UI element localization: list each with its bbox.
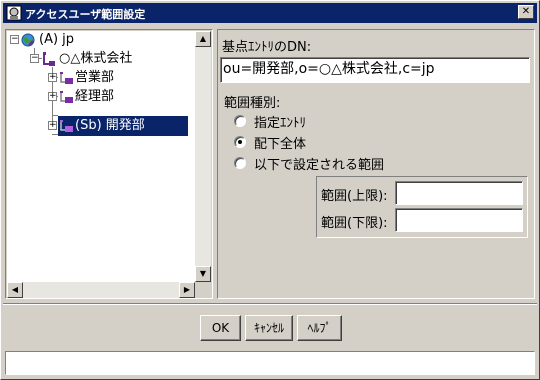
radio-selected-dot xyxy=(238,140,242,144)
title-bar[interactable]: アクセスユーザ範囲設定 ✕ xyxy=(3,3,537,23)
radio-specified-entry[interactable] xyxy=(234,115,246,127)
base-entry-dn-field[interactable]: ou=開発部,o=○△株式会社,c=jp xyxy=(220,57,530,83)
separator xyxy=(3,303,537,305)
tree-node-sales[interactable]: + 営業部 xyxy=(7,69,195,87)
radio-label: 指定ｴﾝﾄﾘ xyxy=(254,116,307,131)
arrow-right-icon: ▶ xyxy=(183,285,191,294)
lower-limit-field[interactable] xyxy=(395,208,523,232)
arrow-down-icon: ▼ xyxy=(199,269,207,278)
vertical-scrollbar[interactable]: ▲ ▼ xyxy=(195,31,211,282)
app-icon xyxy=(6,5,22,21)
arrow-left-icon: ◀ xyxy=(11,285,19,294)
window-title: アクセスユーザ範囲設定 xyxy=(25,8,146,21)
scroll-left-button[interactable]: ◀ xyxy=(7,282,23,298)
scroll-down-button[interactable]: ▼ xyxy=(195,266,211,282)
close-button[interactable]: ✕ xyxy=(518,5,534,19)
close-icon: ✕ xyxy=(521,6,531,17)
cancel-button[interactable]: ｷｬﾝｾﾙ xyxy=(245,315,293,341)
tree-node-label: 営業部 xyxy=(75,70,115,85)
range-group: 範囲(上限): 範囲(下限): xyxy=(316,176,528,238)
base-entry-label: 基点ｴﾝﾄﾘのDN: xyxy=(222,40,312,55)
dialog-window: アクセスユーザ範囲設定 ✕ − (A) jp − ○△株式会社 + 営業部 + … xyxy=(0,0,540,380)
radio-custom-range[interactable] xyxy=(234,157,246,169)
collapse-toggle[interactable]: − xyxy=(10,35,19,44)
radio-label: 配下全体 xyxy=(254,137,307,152)
directory-tree[interactable]: − (A) jp − ○△株式会社 + 営業部 + 経理部 + (Sb) 開発部 xyxy=(7,31,195,282)
upper-limit-label: 範囲(上限): xyxy=(321,189,388,204)
status-bar xyxy=(5,351,535,375)
expand-toggle[interactable]: + xyxy=(48,73,57,82)
radio-label: 以下で設定される範囲 xyxy=(254,158,385,173)
tree-node-development[interactable]: + (Sb) 開発部 xyxy=(7,116,195,136)
radio-all-subordinates[interactable] xyxy=(234,136,246,148)
lower-limit-label: 範囲(下限): xyxy=(321,216,388,231)
settings-panel: 基点ｴﾝﾄﾘのDN: ou=開発部,o=○△株式会社,c=jp 範囲種別: 指定… xyxy=(217,29,535,299)
tree-panel: − (A) jp − ○△株式会社 + 営業部 + 経理部 + (Sb) 開発部… xyxy=(5,29,213,299)
expand-toggle[interactable]: + xyxy=(48,121,57,130)
tree-node-root[interactable]: − (A) jp xyxy=(7,31,195,49)
ok-button[interactable]: OK xyxy=(200,315,241,341)
expand-toggle[interactable]: + xyxy=(48,92,57,101)
tree-node-label: (A) jp xyxy=(39,32,75,47)
scroll-right-button[interactable]: ▶ xyxy=(179,282,195,298)
tree-node-accounting[interactable]: + 経理部 xyxy=(7,88,195,106)
tree-node-label: 経理部 xyxy=(75,89,115,104)
arrow-up-icon: ▲ xyxy=(199,34,207,43)
tree-node-label: ○△株式会社 xyxy=(59,51,133,66)
help-button[interactable]: ﾍﾙﾌﾟ xyxy=(297,315,342,341)
collapse-toggle[interactable]: − xyxy=(30,54,39,63)
tree-node-label: (Sb) 開発部 xyxy=(75,118,145,133)
range-type-label: 範囲種別: xyxy=(224,96,281,111)
tree-node-company[interactable]: − ○△株式会社 xyxy=(7,50,195,68)
scroll-up-button[interactable]: ▲ xyxy=(195,31,211,47)
organization-icon xyxy=(43,52,55,66)
globe-icon xyxy=(21,33,35,47)
upper-limit-field[interactable] xyxy=(395,181,523,205)
scroll-corner xyxy=(195,282,211,298)
horizontal-scrollbar[interactable]: ◀ ▶ xyxy=(7,282,195,298)
